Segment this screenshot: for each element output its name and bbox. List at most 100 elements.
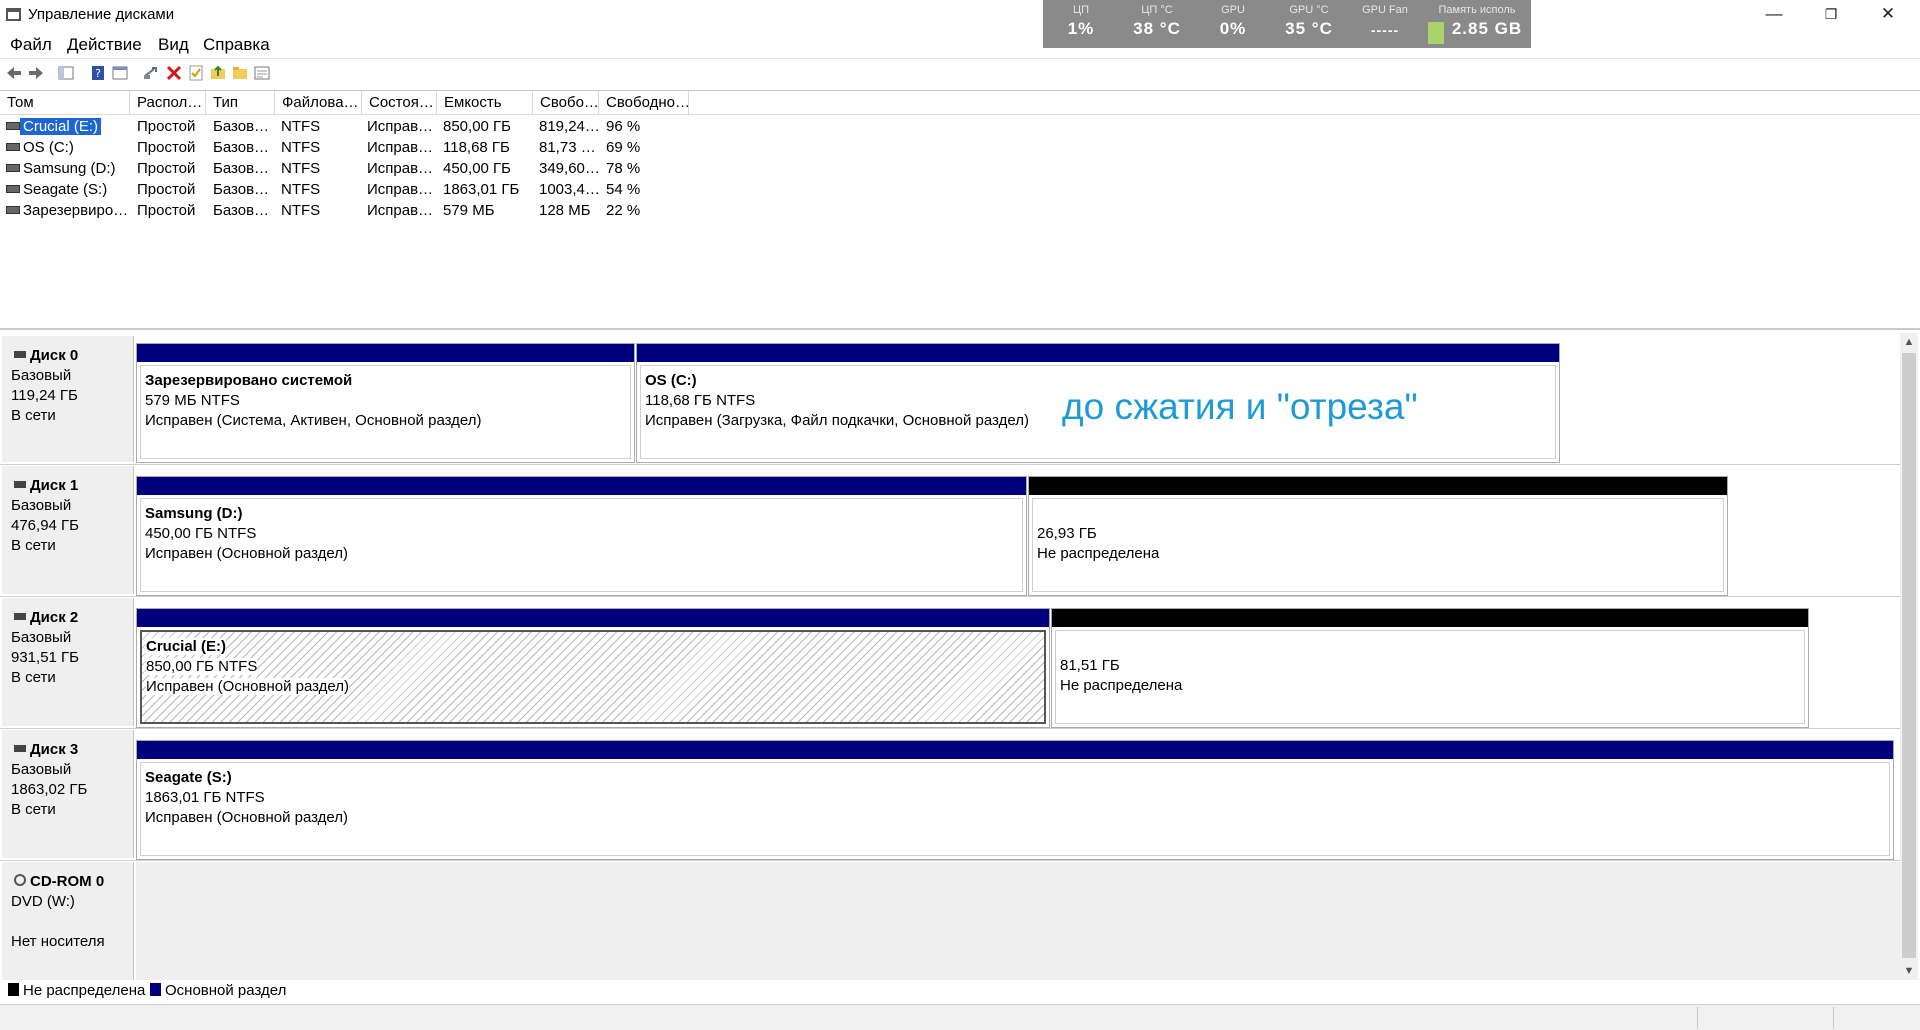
volume-layout: Простой	[137, 181, 196, 198]
forward-icon[interactable]	[27, 64, 45, 82]
view-icon[interactable]	[253, 64, 271, 82]
volume-filesystem: NTFS	[281, 118, 321, 135]
legend-primary-label: Основной раздел	[165, 982, 287, 999]
volume-row[interactable]: Crucial (E:) Простой Базов… NTFS Исправ……	[0, 116, 1920, 137]
partition-status: Исправен (Основной раздел)	[145, 545, 349, 562]
partition-crucial-e[interactable]: Crucial (E:) 850,00 ГБ NTFS Исправен (Ос…	[136, 608, 1050, 728]
svg-text:?: ?	[95, 67, 101, 80]
cdrom-0-label[interactable]: CD-ROM 0 DVD (W:) Нет носителя	[2, 862, 134, 980]
disk-status: Нет носителя	[11, 933, 105, 950]
cdrom-empty-area	[136, 862, 1900, 980]
primary-partition-bar	[137, 477, 1026, 495]
volume-capacity: 850,00 ГБ	[443, 118, 512, 135]
volume-list-header: Том Распол… Тип Файлова… Состоя… Емкость…	[0, 91, 1920, 115]
partition-name: Зарезервировано системой	[145, 372, 353, 389]
menu-action[interactable]: Действие	[67, 35, 142, 55]
column-layout[interactable]: Распол…	[130, 91, 206, 115]
volume-free-space: 349,60…	[539, 160, 600, 177]
unallocated-space-disk-2[interactable]: 81,51 ГБ Не распределена	[1051, 608, 1809, 728]
disk-status: В сети	[11, 801, 56, 818]
disk-type: DVD (W:)	[11, 893, 75, 910]
volume-free-space: 81,73 …	[539, 139, 596, 156]
check-icon[interactable]	[187, 64, 205, 82]
delete-icon[interactable]	[165, 64, 183, 82]
menu-view[interactable]: Вид	[158, 35, 189, 55]
unallocated-bar	[1052, 609, 1808, 627]
toolbar: ?	[0, 58, 1920, 86]
volume-capacity: 579 МБ	[443, 202, 495, 219]
volume-icon	[6, 185, 20, 193]
properties-icon[interactable]	[111, 64, 129, 82]
volume-capacity: 118,68 ГБ	[443, 139, 510, 156]
column-free-space[interactable]: Свобо…	[533, 91, 599, 115]
unallocated-bar	[1029, 477, 1727, 495]
volume-type: Базов…	[213, 202, 270, 219]
close-button[interactable]: ✕	[1860, 0, 1916, 30]
folder-open-icon[interactable]	[231, 64, 249, 82]
volume-filesystem: NTFS	[281, 181, 321, 198]
back-icon[interactable]	[5, 64, 23, 82]
disk-type: Базовый	[11, 497, 72, 514]
divider	[0, 728, 1900, 729]
disk-view-scrollbar[interactable]: ▲ ▼	[1900, 333, 1918, 980]
disk-name: Диск 1	[30, 477, 79, 494]
volume-row[interactable]: OS (C:) Простой Базов… NTFS Исправ… 118,…	[0, 137, 1920, 158]
divider	[0, 860, 1900, 861]
scroll-down-icon[interactable]: ▼	[1900, 962, 1918, 980]
disk-name: Диск 2	[30, 609, 79, 626]
maximize-button[interactable]: ❐	[1803, 0, 1859, 30]
menu-file[interactable]: Файл	[10, 35, 52, 55]
disk-2-label[interactable]: Диск 2 Базовый 931,51 ГБ В сети	[2, 598, 134, 726]
partition-name: Seagate (S:)	[145, 769, 232, 786]
disk-type: Базовый	[11, 761, 72, 778]
volume-icon	[6, 206, 20, 214]
partition-size: 850,00 ГБ NTFS	[146, 658, 258, 675]
disk-1-label[interactable]: Диск 1 Базовый 476,94 ГБ В сети	[2, 466, 134, 594]
column-filesystem[interactable]: Файлова…	[275, 91, 362, 115]
scroll-up-icon[interactable]: ▲	[1900, 333, 1918, 351]
minimize-button[interactable]: —	[1746, 0, 1802, 30]
legend-unallocated-label: Не распределена	[23, 982, 146, 999]
volume-type: Базов…	[213, 160, 270, 177]
disk-type: Базовый	[11, 367, 72, 384]
partition-seagate-s[interactable]: Seagate (S:) 1863,01 ГБ NTFS Исправен (О…	[136, 740, 1894, 860]
menu-help[interactable]: Справка	[203, 35, 270, 55]
disk-0-label[interactable]: Диск 0 Базовый 119,24 ГБ В сети	[2, 336, 134, 462]
volume-free-space: 128 МБ	[539, 202, 591, 219]
volume-status: Исправ…	[367, 202, 434, 219]
volume-type: Базов…	[213, 139, 270, 156]
scrollbar-thumb[interactable]	[1902, 353, 1916, 958]
column-status[interactable]: Состоя…	[362, 91, 437, 115]
volume-row[interactable]: Seagate (S:) Простой Базов… NTFS Исправ……	[0, 179, 1920, 200]
volume-free-space: 1003,4…	[539, 181, 600, 198]
column-capacity[interactable]: Емкость	[437, 91, 533, 115]
connect-icon[interactable]	[142, 64, 160, 82]
cd-drive-icon	[14, 874, 26, 886]
unallocated-swatch	[8, 983, 19, 996]
annotation-text: до сжатия и "отреза"	[1062, 386, 1418, 427]
partition-status: Не распределена	[1037, 545, 1160, 562]
partition-samsung-d[interactable]: Samsung (D:) 450,00 ГБ NTFS Исправен (Ос…	[136, 476, 1027, 596]
volume-row[interactable]: Samsung (D:) Простой Базов… NTFS Исправ……	[0, 158, 1920, 179]
volume-status: Исправ…	[367, 139, 434, 156]
column-volume[interactable]: Том	[0, 91, 130, 115]
volume-filesystem: NTFS	[281, 160, 321, 177]
console-tree-icon[interactable]	[57, 64, 75, 82]
volume-type: Базов…	[213, 118, 270, 135]
folder-up-icon[interactable]	[209, 64, 227, 82]
partition-system-reserved[interactable]: Зарезервировано системой 579 МБ NTFS Исп…	[136, 343, 635, 463]
volume-free-percent: 78 %	[606, 160, 641, 177]
volume-filesystem: NTFS	[281, 202, 321, 219]
partition-size: 579 МБ NTFS	[145, 392, 240, 409]
column-type[interactable]: Тип	[206, 91, 275, 115]
unallocated-space-disk-1[interactable]: 26,93 ГБ Не распределена	[1028, 476, 1728, 596]
volume-name: Seagate (S:)	[23, 181, 108, 198]
volume-row[interactable]: Зарезервиро… Простой Базов… NTFS Исправ……	[0, 200, 1920, 221]
volume-layout: Простой	[137, 202, 196, 219]
disk-name: CD-ROM 0	[30, 873, 105, 890]
help-icon[interactable]: ?	[89, 64, 107, 82]
primary-swatch	[150, 983, 161, 996]
disk-type: Базовый	[11, 629, 72, 646]
column-free-percent[interactable]: Свободно…	[599, 91, 689, 115]
disk-3-label[interactable]: Диск 3 Базовый 1863,02 ГБ В сети	[2, 730, 134, 858]
